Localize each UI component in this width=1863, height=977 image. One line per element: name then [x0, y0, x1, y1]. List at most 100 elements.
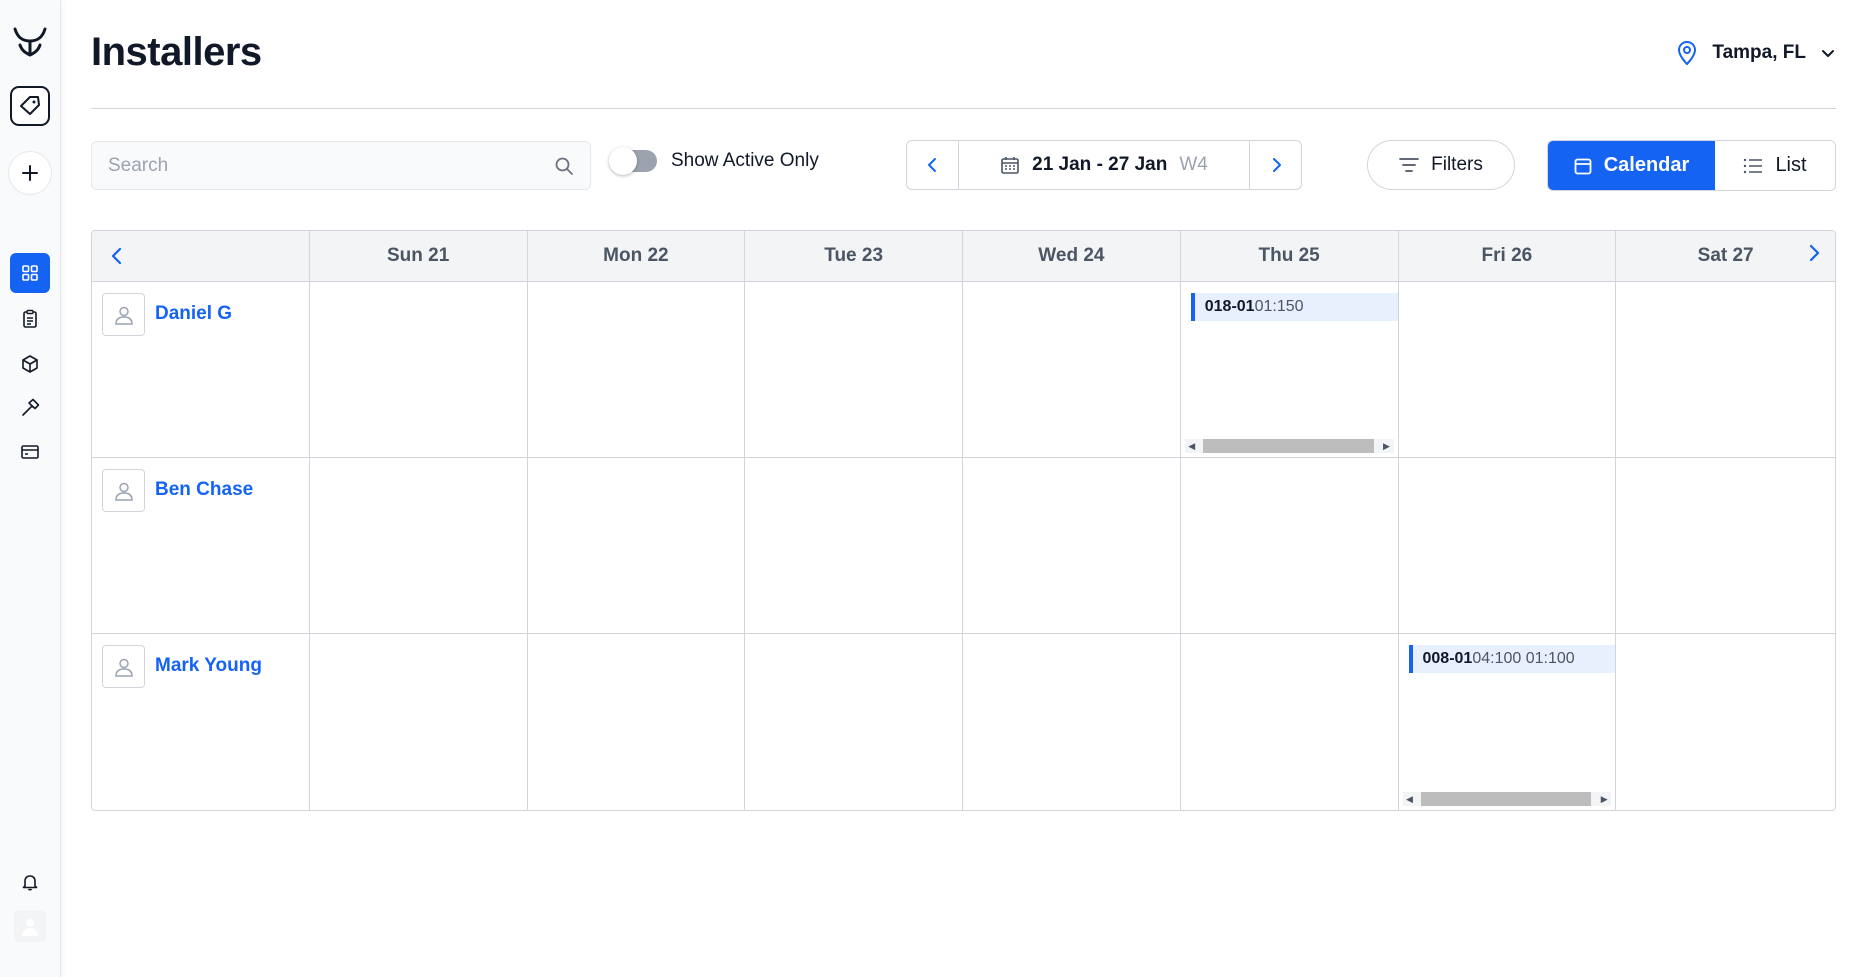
day-cell[interactable] [310, 458, 528, 633]
header-divider [91, 108, 1836, 109]
calendar-view-button[interactable]: Calendar [1548, 141, 1715, 190]
installer-cell: Ben Chase [92, 458, 310, 633]
chevron-right-icon [1272, 158, 1281, 172]
day-cell[interactable] [1616, 634, 1835, 810]
view-switcher: Calendar List [1547, 140, 1836, 191]
event-chip[interactable]: 008-01 04:100 01:100 [1408, 645, 1616, 673]
chevron-left-icon [111, 247, 122, 265]
day-cell[interactable] [310, 282, 528, 457]
bell-icon[interactable] [10, 862, 50, 902]
prev-week-button[interactable] [907, 141, 958, 189]
event-extra: 01:150 [1254, 298, 1304, 315]
installer-info: Ben Chase [92, 458, 309, 523]
person-icon [102, 293, 145, 336]
scroll-right-icon[interactable]: ▶ [1597, 794, 1611, 805]
user-avatar-icon[interactable] [14, 910, 46, 942]
next-week-button[interactable] [1250, 141, 1301, 189]
calendar-view-label: Calendar [1603, 154, 1690, 176]
card-icon[interactable] [10, 432, 50, 472]
hammer-icon[interactable] [10, 388, 50, 428]
date-range-label: 21 Jan - 27 Jan [1032, 154, 1168, 175]
day-cell[interactable] [745, 458, 963, 633]
list-view-button[interactable]: List [1715, 141, 1835, 190]
logo-icon[interactable] [10, 22, 50, 62]
show-active-label: Show Active Only [671, 150, 819, 171]
day-header: Tue 23 [745, 231, 964, 281]
installer-row: Daniel G 018-01 01:150 ◀ ▶ [92, 282, 1835, 458]
installer-name-link[interactable]: Daniel G [155, 303, 232, 325]
installer-calendar: Sun 21 Mon 22 Tue 23 Wed 24 Thu 25 Fri 2… [91, 230, 1836, 811]
location-selector[interactable]: Tampa, FL [1676, 40, 1836, 66]
search-icon[interactable] [554, 156, 574, 176]
show-active-toggle[interactable] [609, 147, 657, 175]
horizontal-scrollbar[interactable]: ◀ ▶ [1184, 439, 1394, 453]
installer-info: Daniel G [92, 282, 309, 347]
scrollbar-thumb[interactable] [1420, 792, 1592, 806]
day-cell[interactable] [963, 634, 1181, 810]
day-cell[interactable]: 018-01 01:150 ◀ ▶ [1181, 282, 1399, 457]
scroll-left-icon[interactable]: ◀ [1403, 794, 1417, 805]
filter-icon [1399, 158, 1420, 172]
day-cell[interactable] [1399, 282, 1617, 457]
list-view-label: List [1775, 154, 1807, 176]
installer-cell: Daniel G [92, 282, 310, 457]
event-code: 018-01 [1204, 298, 1255, 315]
day-cell[interactable] [1616, 458, 1835, 633]
installer-name-link[interactable]: Ben Chase [155, 479, 253, 501]
scroll-left-icon[interactable]: ◀ [1185, 441, 1199, 452]
next-range-button[interactable] [1807, 244, 1821, 268]
person-icon [102, 645, 145, 688]
filters-button[interactable]: Filters [1367, 140, 1515, 190]
prev-range-button[interactable] [92, 231, 310, 281]
chevron-down-icon [1822, 50, 1834, 57]
installer-name-link[interactable]: Mark Young [155, 655, 262, 677]
calendar-icon [1001, 157, 1019, 174]
chevron-left-icon [927, 158, 936, 172]
calendar-header-row: Sun 21 Mon 22 Tue 23 Wed 24 Thu 25 Fri 2… [92, 231, 1835, 282]
scroll-right-icon[interactable]: ▶ [1380, 441, 1394, 452]
day-cell[interactable] [1616, 282, 1835, 457]
tag-icon[interactable] [10, 86, 50, 126]
day-header-label: Sat 27 [1697, 245, 1754, 266]
installer-row: Mark Young 008-01 04:100 01:100 ◀ ▶ [92, 634, 1835, 810]
list-icon [1744, 158, 1763, 173]
scrollbar-thumb[interactable] [1202, 439, 1374, 453]
person-icon [102, 469, 145, 512]
event-extra: 04:100 01:100 [1472, 650, 1575, 667]
day-header: Thu 25 [1181, 231, 1399, 281]
day-cell[interactable] [745, 634, 963, 810]
date-range-picker[interactable]: 21 Jan - 27 Jan W4 [958, 141, 1250, 189]
dashboard-icon[interactable] [10, 253, 50, 293]
week-label: W4 [1179, 154, 1208, 175]
day-header: Mon 22 [528, 231, 746, 281]
map-pin-icon [1678, 40, 1697, 66]
day-cell[interactable] [310, 634, 528, 810]
day-cell[interactable] [745, 282, 963, 457]
chevron-right-icon [1809, 244, 1820, 262]
sidebar [0, 0, 61, 977]
day-cell[interactable] [963, 458, 1181, 633]
day-cell[interactable] [528, 458, 746, 633]
event-chip[interactable]: 018-01 01:150 [1190, 293, 1398, 321]
horizontal-scrollbar[interactable]: ◀ ▶ [1402, 792, 1612, 806]
installer-row: Ben Chase [92, 458, 1835, 634]
day-cell[interactable] [528, 282, 746, 457]
day-header: Wed 24 [963, 231, 1181, 281]
page-title: Installers [91, 30, 262, 74]
installer-info: Mark Young [92, 634, 309, 699]
search-input[interactable] [108, 154, 554, 177]
show-active-toggle-group: Show Active Only [609, 147, 819, 175]
day-cell[interactable] [1399, 458, 1617, 633]
day-cell[interactable] [528, 634, 746, 810]
clipboard-icon[interactable] [10, 299, 50, 339]
location-label: Tampa, FL [1712, 42, 1806, 63]
day-cell[interactable] [963, 282, 1181, 457]
day-header: Sun 21 [310, 231, 528, 281]
event-code: 008-01 [1422, 650, 1473, 667]
day-cell[interactable] [1181, 458, 1399, 633]
day-cell[interactable]: 008-01 04:100 01:100 ◀ ▶ [1399, 634, 1617, 810]
add-icon[interactable] [8, 151, 52, 195]
package-icon[interactable] [10, 344, 50, 384]
installer-cell: Mark Young [92, 634, 310, 810]
day-cell[interactable] [1181, 634, 1399, 810]
